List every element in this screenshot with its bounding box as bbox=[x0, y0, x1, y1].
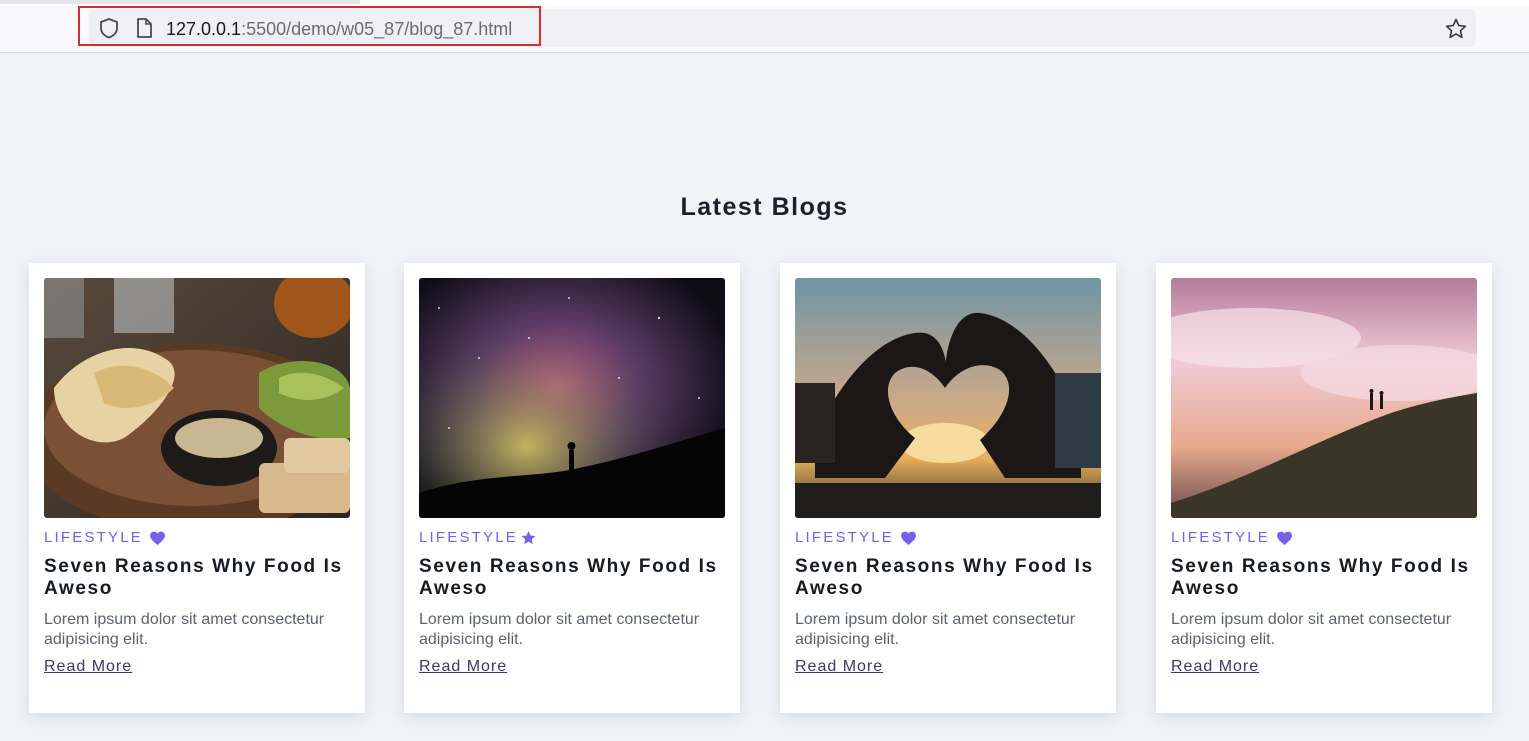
section-title: Latest Blogs bbox=[680, 193, 849, 221]
post-description: Lorem ipsum dolor sit amet consectetur a… bbox=[419, 611, 700, 648]
hill-sunset-photo bbox=[1171, 278, 1477, 518]
category-label: LIFESTYLE bbox=[419, 529, 537, 546]
category-text: LIFESTYLE bbox=[44, 529, 143, 546]
blog-card: LIFESTYLE Seven Reasons Why Food Is Awes… bbox=[1156, 263, 1492, 713]
heart-icon bbox=[901, 531, 916, 545]
category-text: LIFESTYLE bbox=[419, 529, 518, 546]
category-text: LIFESTYLE bbox=[795, 529, 894, 546]
category-label: LIFESTYLE bbox=[795, 529, 917, 546]
blog-card: LIFESTYLE Seven Reasons Why Food Is Awes… bbox=[404, 263, 740, 713]
post-description: Lorem ipsum dolor sit amet consectetur a… bbox=[44, 611, 325, 648]
url-text[interactable]: 127.0.0.1:5500/demo/w05_87/blog_87.html bbox=[166, 18, 512, 40]
blog-card: LIFESTYLE Seven Reasons Why Food Is Awes… bbox=[780, 263, 1116, 713]
read-more-link[interactable]: Read More bbox=[1171, 658, 1259, 676]
galaxy-photo bbox=[419, 278, 725, 518]
category-text: LIFESTYLE bbox=[1171, 529, 1270, 546]
star-icon[interactable] bbox=[1444, 17, 1468, 41]
blog-card: LIFESTYLE Seven Reasons Why Food Is Awes… bbox=[29, 263, 365, 713]
category-label: LIFESTYLE bbox=[44, 529, 166, 546]
url-host: 127.0.0.1 bbox=[166, 19, 242, 39]
post-description: Lorem ipsum dolor sit amet consectetur a… bbox=[1171, 611, 1452, 648]
heart-hands-photo bbox=[795, 278, 1101, 518]
page-icon bbox=[137, 18, 152, 38]
food-photo bbox=[44, 278, 350, 518]
heart-icon bbox=[1277, 531, 1292, 545]
active-tab[interactable] bbox=[0, 0, 360, 4]
post-title: Seven Reasons Why Food Is Aweso bbox=[795, 556, 1094, 599]
post-title: Seven Reasons Why Food Is Aweso bbox=[44, 556, 343, 599]
read-more-link[interactable]: Read More bbox=[795, 658, 883, 676]
post-title: Seven Reasons Why Food Is Aweso bbox=[1171, 556, 1470, 599]
heart-icon bbox=[150, 531, 165, 545]
read-more-link[interactable]: Read More bbox=[44, 658, 132, 676]
browser-toolbar: 127.0.0.1:5500/demo/w05_87/blog_87.html bbox=[0, 6, 1529, 53]
category-label: LIFESTYLE bbox=[1171, 529, 1293, 546]
post-description: Lorem ipsum dolor sit amet consectetur a… bbox=[795, 611, 1076, 648]
star-icon bbox=[521, 530, 536, 544]
url-path: :5500/demo/w05_87/blog_87.html bbox=[241, 19, 513, 39]
read-more-link[interactable]: Read More bbox=[419, 658, 507, 676]
shield-icon[interactable] bbox=[98, 17, 120, 39]
post-title: Seven Reasons Why Food Is Aweso bbox=[419, 556, 718, 599]
